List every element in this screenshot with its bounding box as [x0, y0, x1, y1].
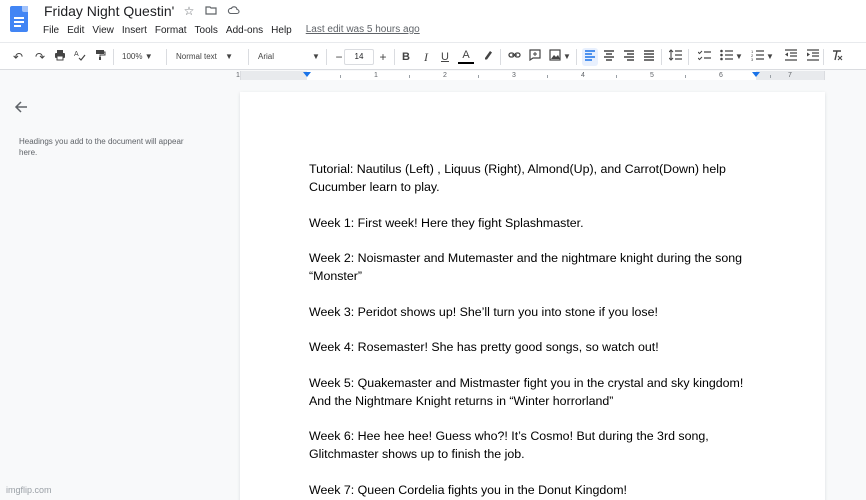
chevron-down-icon[interactable]: ▼	[766, 48, 774, 66]
ruler-track	[240, 71, 825, 80]
ruler-number: 7	[788, 72, 792, 79]
chevron-down-icon: ▼	[225, 52, 234, 61]
paragraph[interactable]: Week 7: Queen Cordelia fights you in the…	[309, 481, 759, 499]
justify-icon[interactable]	[641, 48, 657, 66]
numbered-list-icon[interactable]: 123	[749, 48, 765, 66]
align-left-icon[interactable]	[582, 48, 598, 66]
ruler: 1 1 2 3 4 5 6 7	[0, 70, 866, 82]
zoom-value: 100%	[122, 52, 143, 61]
ruler-tick	[616, 75, 617, 78]
svg-text:A: A	[74, 51, 79, 58]
ruler-number: 5	[650, 72, 654, 79]
ruler-number: 6	[719, 72, 723, 79]
ruler-tick	[547, 75, 548, 78]
font-value: Arial	[258, 52, 275, 61]
right-indent-marker-icon[interactable]	[752, 72, 760, 77]
paragraph[interactable]: Tutorial: Nautilus (Left) , Liquus (Righ…	[309, 160, 759, 196]
ruler-number: 4	[581, 72, 585, 79]
text-color-button[interactable]: A	[458, 48, 474, 64]
insert-link-icon[interactable]	[506, 48, 522, 66]
menu-tools[interactable]: Tools	[191, 24, 222, 38]
menu-help[interactable]: Help	[267, 24, 296, 38]
paragraph[interactable]: Week 4: Rosemaster! She has pretty good …	[309, 338, 759, 356]
title-bar: Friday Night Questin' ☆ File Edit View I…	[0, 0, 866, 42]
ruler-left-margin	[241, 71, 307, 80]
paragraph[interactable]: Week 2: Noismaster and Mutemaster and th…	[309, 249, 759, 285]
font-size-input[interactable]: 14	[344, 49, 374, 65]
checklist-icon[interactable]	[696, 48, 712, 66]
ruler-tick	[685, 75, 686, 78]
style-select[interactable]: Normal text ▼	[176, 48, 244, 66]
chevron-down-icon[interactable]: ▼	[563, 48, 571, 66]
paragraph[interactable]: Week 5: Quakemaster and Mistmaster fight…	[309, 374, 759, 410]
highlight-color-icon[interactable]	[480, 48, 496, 66]
paragraph[interactable]: Week 3: Peridot shows up! She’ll turn yo…	[309, 303, 759, 321]
increase-indent-icon[interactable]	[804, 48, 820, 66]
print-icon[interactable]	[52, 48, 68, 66]
svg-text:3: 3	[751, 57, 754, 61]
redo-icon[interactable]: ↷	[32, 48, 48, 66]
menu-bar: File Edit View Insert Format Tools Add-o…	[43, 24, 420, 38]
add-comment-icon[interactable]	[527, 48, 543, 66]
title-icons: ☆	[182, 4, 240, 18]
decrease-indent-icon[interactable]	[782, 48, 798, 66]
ruler-number: 1	[374, 72, 378, 79]
cloud-status-icon[interactable]	[226, 4, 240, 18]
chevron-down-icon: ▼	[312, 52, 320, 61]
menu-edit[interactable]: Edit	[63, 24, 88, 38]
left-indent-marker-icon[interactable]	[303, 72, 311, 77]
ruler-number: 2	[443, 72, 447, 79]
document-title[interactable]: Friday Night Questin'	[44, 3, 174, 19]
style-value: Normal text	[176, 52, 217, 61]
ruler-tick	[478, 75, 479, 78]
menu-view[interactable]: View	[88, 24, 118, 38]
paragraph[interactable]: Week 6: Hee hee hee! Guess who?! It’s Co…	[309, 427, 759, 463]
star-icon[interactable]: ☆	[182, 4, 196, 18]
document-body[interactable]: Tutorial: Nautilus (Left) , Liquus (Righ…	[309, 160, 759, 500]
toolbar: ↶ ↷ A 100% ▼ Normal text ▼ Arial ▼ − 14 +…	[0, 42, 866, 70]
align-center-icon[interactable]	[601, 48, 617, 66]
align-right-icon[interactable]	[621, 48, 637, 66]
chevron-down-icon[interactable]: ▼	[735, 48, 743, 66]
insert-image-icon[interactable]	[547, 48, 563, 66]
watermark: imgflip.com	[6, 485, 52, 495]
ruler-tick	[340, 75, 341, 78]
docs-logo-icon[interactable]	[10, 6, 28, 32]
menu-file[interactable]: File	[43, 24, 63, 38]
menu-add-ons[interactable]: Add-ons	[222, 24, 267, 38]
scrollbar[interactable]	[858, 82, 866, 500]
ruler-tick	[409, 75, 410, 78]
move-folder-icon[interactable]	[204, 4, 218, 18]
back-arrow-icon[interactable]	[14, 100, 28, 116]
zoom-select[interactable]: 100% ▼	[122, 48, 162, 66]
font-select[interactable]: Arial ▼	[258, 48, 324, 66]
clear-formatting-icon[interactable]	[829, 48, 845, 66]
underline-button[interactable]: U	[437, 48, 453, 66]
italic-button[interactable]: I	[418, 48, 434, 66]
chevron-down-icon: ▼	[144, 52, 153, 61]
paragraph[interactable]: Week 1: First week! Here they fight Spla…	[309, 214, 759, 232]
ruler-tick	[770, 75, 771, 78]
bulleted-list-icon[interactable]	[718, 48, 734, 66]
line-spacing-icon[interactable]	[667, 48, 683, 66]
menu-insert[interactable]: Insert	[118, 24, 151, 38]
document-page[interactable]: Tutorial: Nautilus (Left) , Liquus (Righ…	[240, 92, 825, 500]
last-edit-link[interactable]: Last edit was 5 hours ago	[306, 24, 420, 38]
spellcheck-icon[interactable]: A	[72, 48, 88, 66]
ruler-number: 3	[512, 72, 516, 79]
undo-icon[interactable]: ↶	[10, 48, 26, 66]
ruler-number: 1	[236, 72, 240, 79]
document-outline: Headings you add to the document will ap…	[0, 82, 238, 500]
paint-format-icon[interactable]	[92, 48, 108, 66]
outline-hint-text: Headings you add to the document will ap…	[19, 137, 184, 157]
increase-font-size-button[interactable]: +	[375, 48, 391, 66]
menu-format[interactable]: Format	[151, 24, 191, 38]
bold-button[interactable]: B	[398, 48, 414, 66]
